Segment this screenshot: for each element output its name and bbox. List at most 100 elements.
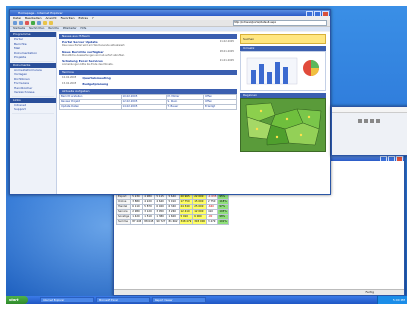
link-item[interactable]: Nachrichten: [29, 27, 44, 31]
side-window[interactable]: [331, 106, 407, 156]
sidebar-divider: [12, 60, 54, 62]
ie-titlebar[interactable]: Homepage - Internet Explorer: [10, 10, 330, 16]
search-icon[interactable]: [43, 21, 47, 25]
grid-cell[interactable]: 101%: [217, 219, 229, 225]
address-input[interactable]: http://intranet/portal/default.aspx: [233, 20, 327, 26]
grid-cell[interactable]: 87 445: [130, 219, 144, 225]
tool-icon[interactable]: [358, 119, 362, 123]
ie-right-column: Suchen Umsatz Regionen: [240, 34, 326, 152]
task-cell: 14.02.2005: [120, 103, 167, 110]
close-icon[interactable]: [396, 156, 403, 161]
back-icon[interactable]: [13, 21, 17, 25]
table-row[interactable]: Sonstige 1 420 1 510 1 380 1 600 5 910 6 000 -9…: [115, 214, 229, 220]
menu-item[interactable]: Datei: [13, 16, 21, 20]
refresh-icon[interactable]: [31, 21, 35, 25]
ie-main-column: Neues aus IT-Team Portal Server Update 01…: [59, 34, 237, 110]
event-date: 15.02.2005: [62, 81, 77, 85]
side-window-toolbar: [332, 107, 407, 113]
stop-icon[interactable]: [25, 21, 29, 25]
news-item[interactable]: Neue Berichte verfügbar 28.01.2005 Monatli…: [59, 49, 237, 59]
grid-cell[interactable]: -1 035: [205, 194, 219, 200]
desktop: Umsatzbericht RegionQ1Q2Q3Q4GesamtZielDi…: [6, 6, 407, 304]
task-button-report[interactable]: Report Viewer: [152, 297, 206, 303]
sidebar-item[interactable]: Verzeichnisse: [10, 90, 56, 95]
region-map-svg: [245, 102, 322, 146]
ie-sidebar: Programme Portal Berichte Mail Dokumentation…: [10, 32, 57, 194]
minimize-icon[interactable]: [306, 11, 313, 16]
close-icon[interactable]: [322, 11, 329, 16]
news-date: 21.01.2005: [219, 59, 234, 62]
news-item[interactable]: Portal Server Update 01.02.2005 Das neue P…: [59, 39, 237, 49]
news-date: 01.02.2005: [219, 40, 234, 43]
region-map[interactable]: [240, 98, 326, 152]
grid-cell[interactable]: 118%: [217, 199, 229, 205]
maximize-icon[interactable]: [388, 156, 395, 161]
excel-window-controls[interactable]: [380, 156, 403, 161]
table-row[interactable]: Service 2 980 3 120 3 050 3 260 12 410 12 000 4…: [115, 209, 229, 215]
grid-cell[interactable]: 3 479: [205, 219, 219, 225]
task-button-ie[interactable]: Internet Explorer: [40, 297, 94, 303]
ie-content: Programme Portal Berichte Mail Dokumentation…: [10, 32, 330, 194]
news-list: Portal Server Update 01.02.2005 Das neue P…: [59, 39, 237, 68]
grid-cell[interactable]: Summe: [115, 219, 132, 225]
table-row[interactable]: Online 3 880 4 220 4 640 5 010 17 750 15 000 2 …: [115, 199, 229, 205]
link-item[interactable]: Mitarbeiter: [63, 27, 77, 31]
task-button-excel[interactable]: Microsoft Excel: [96, 297, 150, 303]
menu-item[interactable]: Ansicht: [46, 16, 57, 20]
side-window-icons: [358, 119, 380, 123]
excel-status-text: Fertig: [365, 290, 374, 294]
event-title[interactable]: Budgetplanung: [82, 82, 108, 86]
excel-statusbar: Fertig: [114, 289, 404, 295]
menu-item[interactable]: Bearbeiten: [25, 16, 41, 20]
grid-cell[interactable]: Sonstige: [115, 214, 132, 220]
ie-window-controls[interactable]: [306, 11, 329, 16]
grid-cell[interactable]: 81 662: [166, 219, 180, 225]
tasks-table: Bericht erstellen 10.02.2005 M. Müller Offe…: [59, 93, 237, 110]
news-title[interactable]: Neue Berichte verfügbar: [62, 50, 104, 54]
tool-icon[interactable]: [364, 119, 368, 123]
link-item[interactable]: Hilfe: [81, 27, 87, 31]
grid-cell[interactable]: 103%: [217, 209, 229, 215]
grid-cell[interactable]: 90 727: [154, 219, 168, 225]
system-tray: 5:00 PM: [377, 296, 407, 304]
news-item[interactable]: Schulung Excel Services 21.01.2005 Anmeldu…: [59, 58, 237, 68]
sales-chart: [240, 51, 326, 91]
ie-title: Homepage - Internet Explorer: [18, 11, 63, 15]
events-list: 10.02.2005 Quartalsmeeting 15.02.2005 Budge…: [59, 75, 237, 87]
start-button[interactable]: start: [6, 296, 28, 304]
menu-item[interactable]: ?: [92, 16, 94, 20]
grid-cell[interactable]: 345 000: [192, 219, 207, 225]
task-cell: Update Daten: [59, 103, 122, 110]
ie-linkbar: Startseite Nachrichten Berichte Mitarbeiter…: [10, 27, 330, 31]
menu-item[interactable]: Favoriten: [61, 16, 75, 20]
maximize-icon[interactable]: [314, 11, 321, 16]
table-row[interactable]: Export 5 230 4 980 5 115 5 640 20 965 22 000 -1…: [115, 194, 229, 200]
table-row[interactable]: Summe 87 445 88 645 90 727 81 662 348 479 345 …: [115, 219, 229, 225]
forward-icon[interactable]: [19, 21, 23, 25]
grid-cell[interactable]: 88 645: [142, 219, 156, 225]
sidebar-divider: [12, 112, 54, 114]
news-text: Monatliche Auswertungen sind ab sofort a…: [62, 53, 125, 57]
news-date: 28.01.2005: [219, 49, 234, 53]
sidebar-divider: [12, 95, 54, 97]
news-text: Das neue Portal wird am Wochenende aktua…: [62, 44, 126, 47]
event-item[interactable]: 15.02.2005 Budgetplanung: [59, 81, 237, 87]
tool-icon[interactable]: [370, 119, 374, 123]
favorites-icon[interactable]: [49, 21, 53, 25]
link-item[interactable]: Startseite: [13, 27, 25, 31]
sidebar-item[interactable]: Projekte: [10, 55, 56, 60]
event-date: 10.02.2005: [62, 75, 77, 79]
clock: 5:00 PM: [392, 298, 405, 302]
task-row[interactable]: Update Daten 14.02.2005 T. Bauer Erledigt: [59, 103, 237, 110]
menu-item[interactable]: Extras: [78, 16, 87, 20]
ie-window[interactable]: Homepage - Internet Explorer Datei Bearbe…: [9, 9, 331, 195]
home-icon[interactable]: [37, 21, 41, 25]
search-box[interactable]: Suchen: [240, 34, 326, 44]
minimize-icon[interactable]: [380, 156, 387, 161]
table-row[interactable]: Handel 6 110 5 870 6 020 6 340 24 340 25 000 -6…: [115, 204, 229, 210]
event-title[interactable]: Quartalsmeeting: [82, 76, 110, 80]
tool-icon[interactable]: [376, 119, 380, 123]
link-item[interactable]: Berichte: [48, 27, 58, 31]
sidebar-item[interactable]: Support: [10, 107, 56, 112]
grid-cell[interactable]: 348 479: [178, 219, 194, 225]
